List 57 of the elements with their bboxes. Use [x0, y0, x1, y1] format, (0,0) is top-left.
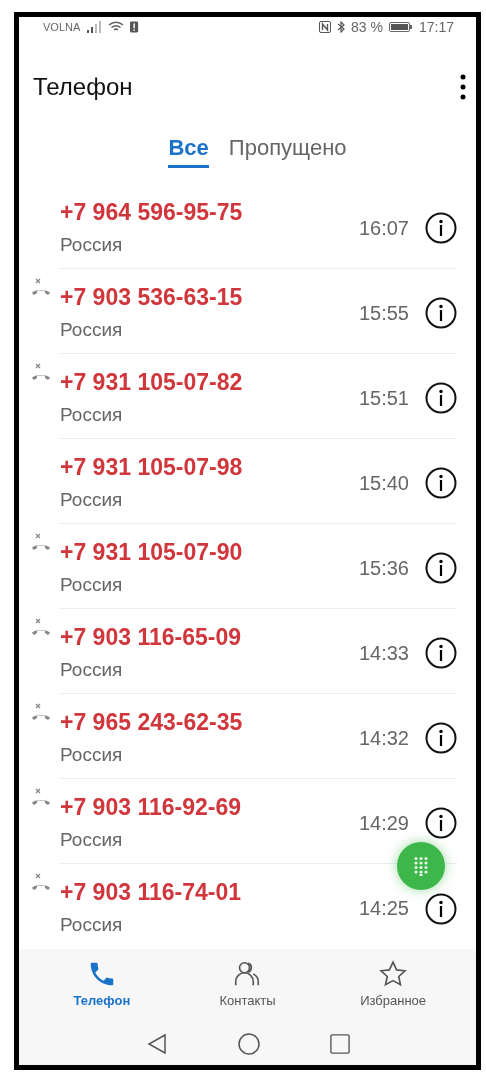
home-icon[interactable] [237, 1033, 260, 1055]
phone-number: +7 903 116-74-01 [60, 879, 242, 906]
call-time: 15:55 [358, 301, 409, 325]
call-time: 16:07 [358, 216, 409, 240]
phone-number: +7 931 105-07-82 [60, 368, 244, 396]
call-location: Россия [60, 658, 124, 681]
info-icon[interactable] [425, 637, 457, 669]
info-icon[interactable] [425, 892, 457, 925]
carrier-name: VOLNA [43, 21, 81, 33]
call-time: 14:32 [358, 726, 409, 750]
call-time: 14:25 [358, 897, 409, 920]
signal-icon [86, 21, 103, 33]
call-location: Россия [60, 914, 124, 936]
wifi-icon [108, 21, 125, 33]
phone-number: +7 931 105-07-90 [60, 538, 244, 566]
call-time: 15:40 [358, 471, 409, 495]
call-location: Россия [60, 488, 124, 511]
call-time: 15:36 [358, 556, 409, 580]
info-icon[interactable] [425, 297, 457, 329]
info-icon[interactable] [425, 382, 457, 414]
phone-number: +7 903 536-63-15 [60, 283, 244, 311]
back-icon[interactable] [145, 1033, 168, 1055]
phone-number: +7 931 105-07-98 [60, 453, 244, 481]
tab[interactable]: Пропущено [228, 127, 347, 168]
phone-number: +7 965 243-62-35 [60, 708, 244, 736]
info-icon[interactable] [425, 467, 457, 499]
recents-icon[interactable] [329, 1034, 350, 1054]
alert-icon [130, 21, 140, 33]
call-time: 14:33 [358, 641, 409, 665]
bluetooth-icon [337, 21, 346, 33]
info-icon[interactable] [425, 552, 457, 584]
info-icon[interactable] [425, 722, 457, 754]
phone-number: +7 903 116-65-09 [60, 623, 242, 651]
call-time: 14:29 [358, 811, 409, 835]
phone-number: +7 903 116-92-69 [60, 793, 242, 821]
nfc-icon [319, 21, 332, 33]
call-location: Россия [60, 743, 124, 766]
battery-percent: 83 % [351, 19, 383, 35]
info-icon[interactable] [425, 807, 457, 839]
tab[interactable]: Все [168, 127, 209, 168]
phone-number: +7 964 596-95-75 [60, 198, 244, 226]
star-icon [378, 959, 409, 989]
call-location: Россия [60, 828, 124, 851]
battery-icon [388, 21, 413, 33]
nav-tab[interactable]: Телефон [46, 949, 157, 1023]
dialpad-icon [413, 856, 429, 876]
call-location: Россия [60, 573, 124, 596]
nav-tab[interactable]: Контакты [192, 949, 303, 1023]
call-location: Россия [60, 318, 124, 341]
screen-title: Телефон [33, 73, 134, 101]
more-menu-icon[interactable] [460, 74, 466, 100]
info-icon[interactable] [425, 212, 457, 244]
call-time: 15:51 [358, 386, 409, 410]
call-location: Россия [60, 403, 124, 426]
nav-tab[interactable]: Избранное [338, 949, 449, 1023]
clock: 17:17 [418, 19, 454, 35]
call-location: Россия [60, 233, 124, 256]
